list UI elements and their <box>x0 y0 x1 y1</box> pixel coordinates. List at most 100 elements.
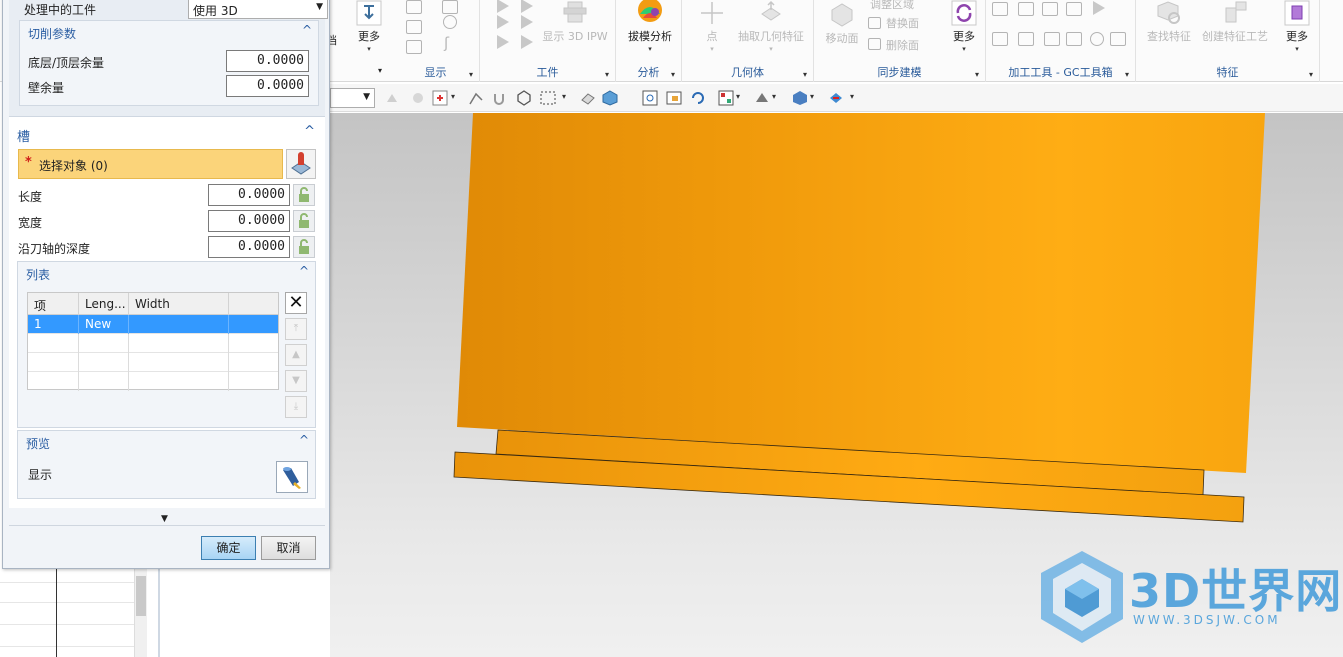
navigator-scrollbar[interactable] <box>134 568 147 657</box>
replace-face-button[interactable]: 替换面 <box>886 15 919 31</box>
table-row[interactable]: 1 New <box>28 315 278 334</box>
section-view-icon[interactable] <box>828 90 844 106</box>
chevron-down-icon[interactable]: ▾ <box>562 92 566 101</box>
adjust-region-button[interactable]: 调整区域 <box>870 0 914 12</box>
shaded-cube-icon[interactable] <box>792 90 808 106</box>
move-up-button[interactable]: ▲ <box>285 344 307 366</box>
feature-process-icon <box>1225 1 1247 23</box>
display-icon[interactable] <box>406 0 422 14</box>
move-bottom-button[interactable]: ⤓ <box>285 396 307 418</box>
cancel-button[interactable]: 取消 <box>261 536 316 560</box>
width-lock-button[interactable] <box>293 210 315 232</box>
chevron-down-icon[interactable]: ▾ <box>736 92 740 101</box>
more-button-1[interactable]: 更多 ▾ <box>350 0 388 53</box>
chevron-down-icon[interactable]: ▾ <box>378 66 382 75</box>
tool-icon[interactable] <box>1042 2 1058 16</box>
flag-icon[interactable] <box>1093 1 1105 15</box>
point-snap-icon[interactable] <box>410 90 426 106</box>
tool-icon[interactable] <box>992 2 1008 16</box>
ok-button[interactable]: 确定 <box>201 536 256 560</box>
target-icon[interactable] <box>443 15 457 29</box>
column-header-item[interactable]: 项 <box>28 293 79 315</box>
chevron-down-icon[interactable]: ▾ <box>451 92 455 101</box>
depth-input[interactable]: 0.0000 <box>208 236 290 258</box>
selection-filter-dropdown[interactable]: ▼ <box>330 88 375 108</box>
flag-icon[interactable] <box>521 0 533 13</box>
chevron-down-icon[interactable]: ▾ <box>772 92 776 101</box>
find-feature-button[interactable]: 查找特征 <box>1144 0 1194 44</box>
collapse-icon[interactable]: ^ <box>299 264 309 278</box>
tool-icon[interactable] <box>992 32 1008 46</box>
more-button-3[interactable]: 更多 ▾ <box>1278 0 1316 53</box>
chevron-down-icon[interactable]: ▾ <box>1309 70 1313 79</box>
hexagon-icon[interactable] <box>516 90 532 106</box>
move-down-button[interactable]: ▼ <box>285 370 307 392</box>
chevron-down-icon[interactable]: ▾ <box>850 92 854 101</box>
fit-view-icon[interactable] <box>642 90 658 106</box>
flag-icon[interactable] <box>521 15 533 29</box>
chevron-down-icon[interactable]: ▾ <box>810 92 814 101</box>
show-preview-button[interactable] <box>276 461 308 493</box>
tool-icon[interactable] <box>1044 32 1060 46</box>
length-lock-button[interactable] <box>293 184 315 206</box>
snap-icon[interactable] <box>384 90 400 106</box>
select-object-field[interactable]: * 选择对象 (0) <box>18 149 283 179</box>
collapse-icon[interactable]: ^ <box>302 23 312 37</box>
magnet-icon[interactable] <box>491 90 507 106</box>
workpiece-dropdown[interactable]: 使用 3D ▼ <box>188 0 328 19</box>
width-input[interactable]: 0.0000 <box>208 210 290 232</box>
graphics-viewport[interactable]: 3D世界网 WWW.3DSJW.COM <box>330 113 1343 657</box>
chevron-down-icon[interactable]: ▾ <box>605 70 609 79</box>
collapse-icon[interactable]: ^ <box>299 433 309 447</box>
extract-geometry-button[interactable]: 抽取几何特征 ▾ <box>736 0 806 53</box>
cube-icon[interactable] <box>602 90 618 106</box>
layer-icon[interactable] <box>406 20 422 34</box>
select-box-icon[interactable] <box>540 90 556 106</box>
tool-icon[interactable] <box>1018 2 1034 16</box>
wall-stock-input[interactable]: 0.0000 <box>226 75 309 97</box>
tool-icon[interactable] <box>1090 32 1104 46</box>
column-header-width[interactable]: Width <box>129 293 229 315</box>
rotate-icon[interactable] <box>690 90 706 106</box>
view-layout-icon[interactable] <box>718 90 734 106</box>
floor-stock-input[interactable]: 0.0000 <box>226 50 309 72</box>
draft-analysis-button[interactable]: 拔模分析 ▾ <box>622 0 678 53</box>
move-face-button[interactable]: 移动面 <box>822 0 862 46</box>
depth-lock-button[interactable] <box>293 236 315 258</box>
tool-icon[interactable] <box>1066 32 1082 46</box>
move-top-button[interactable]: ⤒ <box>285 318 307 340</box>
chevron-down-icon[interactable]: ▾ <box>803 70 807 79</box>
create-feature-process-button[interactable]: 创建特征工艺 <box>1198 0 1272 44</box>
view-icon[interactable] <box>442 0 458 14</box>
flag-icon[interactable] <box>521 35 533 49</box>
add-filter-icon[interactable] <box>432 90 448 106</box>
chevron-down-icon[interactable]: ▾ <box>975 70 979 79</box>
more-button-2[interactable]: 更多 ▾ <box>946 0 982 53</box>
tool-icon[interactable] <box>1110 32 1126 46</box>
column-header-extra[interactable] <box>229 293 278 315</box>
point-button[interactable]: 点 ▾ <box>698 0 726 53</box>
delete-face-button[interactable]: 删除面 <box>886 37 919 53</box>
block-icon[interactable] <box>580 90 596 106</box>
chevron-down-icon[interactable]: ▾ <box>671 70 675 79</box>
chevron-down-icon[interactable]: ▾ <box>1125 70 1129 79</box>
hatch-icon[interactable] <box>406 40 422 54</box>
length-input[interactable]: 0.0000 <box>208 184 290 206</box>
select-object-button[interactable] <box>286 149 316 179</box>
column-header-length[interactable]: Leng... <box>79 293 129 315</box>
expand-more-icon[interactable]: ▼ <box>161 514 168 524</box>
route-icon[interactable] <box>468 90 484 106</box>
delete-row-button[interactable]: ✕ <box>285 292 307 314</box>
tool-icon[interactable] <box>1018 32 1034 46</box>
collapse-icon[interactable]: ^ <box>304 124 315 139</box>
curve-icon[interactable]: ʃ <box>444 34 449 52</box>
render-style-icon[interactable] <box>754 90 770 106</box>
chevron-down-icon[interactable]: ▾ <box>469 70 473 79</box>
show-3d-ipw-button[interactable]: 显示 3D IPW <box>542 0 608 44</box>
zoom-window-icon[interactable] <box>666 90 682 106</box>
flag-icon[interactable] <box>497 15 509 29</box>
scrollbar-thumb[interactable] <box>136 576 146 616</box>
tool-icon[interactable] <box>1066 2 1082 16</box>
flag-icon[interactable] <box>497 0 509 13</box>
flag-icon[interactable] <box>497 35 509 49</box>
